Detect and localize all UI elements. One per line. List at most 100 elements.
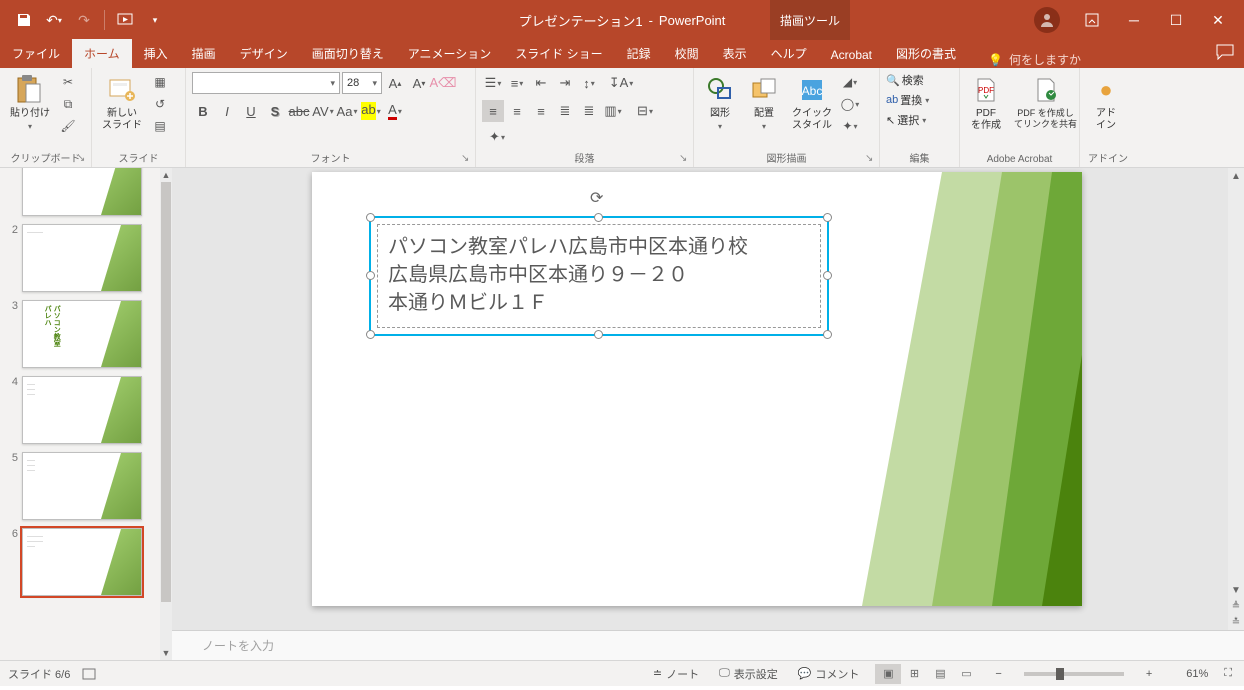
- thumbnail-item[interactable]: 5 ――――――: [0, 448, 160, 524]
- replace-button[interactable]: ab置換: [886, 92, 929, 108]
- resize-handle[interactable]: [366, 330, 375, 339]
- shadow-icon[interactable]: S: [264, 100, 286, 122]
- tab-review[interactable]: 校閲: [663, 39, 711, 68]
- textbox-content[interactable]: パソコン教室パレハ広島市中区本通り校 広島県広島市中区本通り９－２０ 本通りＭビ…: [378, 225, 820, 325]
- tab-insert[interactable]: 挿入: [132, 39, 180, 68]
- zoom-in-icon[interactable]: +: [1142, 666, 1156, 682]
- selected-textbox[interactable]: ⟳ パソコン教室パレハ広島市中区本通り校 広島県広島市中区本通り９－２０ 本通り…: [369, 216, 829, 336]
- thumbnail-item[interactable]: 6 ――――――――――: [0, 524, 160, 600]
- decrease-indent-icon[interactable]: ⇤: [530, 72, 552, 94]
- tab-transitions[interactable]: 画面切り替え: [300, 39, 396, 68]
- qat-customize-icon[interactable]: ▾: [141, 6, 169, 34]
- bullets-icon[interactable]: ☰: [482, 72, 504, 94]
- resize-handle[interactable]: [823, 213, 832, 222]
- prev-slide-icon[interactable]: ≜: [1228, 598, 1244, 614]
- ribbon-display-icon[interactable]: [1072, 6, 1112, 34]
- strikethrough-icon[interactable]: abc: [288, 100, 310, 122]
- rotate-handle-icon[interactable]: ⟳: [590, 188, 608, 206]
- columns-icon[interactable]: ▥: [602, 100, 624, 122]
- quick-styles-button[interactable]: Abc クイック スタイル: [788, 72, 836, 134]
- scroll-down-icon[interactable]: ▼: [160, 646, 172, 660]
- tell-me-search[interactable]: 💡 何をしますか: [988, 51, 1081, 68]
- highlight-icon[interactable]: ab: [360, 100, 382, 122]
- align-right-icon[interactable]: ≡: [530, 100, 552, 122]
- italic-icon[interactable]: I: [216, 100, 238, 122]
- save-icon[interactable]: [10, 6, 38, 34]
- pdf-create-button[interactable]: PDF PDF を作成: [966, 72, 1006, 134]
- font-dialog-icon[interactable]: ↘: [461, 153, 473, 165]
- spellcheck-icon[interactable]: [82, 667, 96, 681]
- align-center-icon[interactable]: ≡: [506, 100, 528, 122]
- line-spacing-icon[interactable]: ↕: [578, 72, 600, 94]
- tab-view[interactable]: 表示: [711, 39, 759, 68]
- scroll-up-icon[interactable]: ▲: [160, 168, 172, 182]
- bold-icon[interactable]: B: [192, 100, 214, 122]
- next-slide-icon[interactable]: ≛: [1228, 614, 1244, 630]
- tab-animations[interactable]: アニメーション: [396, 39, 504, 68]
- paste-button[interactable]: 貼り付け ▾: [6, 72, 54, 134]
- new-slide-button[interactable]: 新しい スライド: [98, 72, 146, 134]
- zoom-percent[interactable]: 61%: [1168, 668, 1208, 680]
- sorter-view-icon[interactable]: ⊞: [901, 664, 927, 684]
- minimize-icon[interactable]: ─: [1114, 6, 1154, 34]
- slideshow-start-icon[interactable]: [111, 6, 139, 34]
- reset-icon[interactable]: ↺: [150, 94, 170, 114]
- grow-font-icon[interactable]: A▴: [384, 72, 406, 94]
- display-settings-button[interactable]: 🖵表示設定: [715, 664, 782, 684]
- thumbnail-item[interactable]: 3 パソコン教室パレハ: [0, 296, 160, 372]
- underline-icon[interactable]: U: [240, 100, 262, 122]
- font-name-combo[interactable]: ▾: [192, 72, 340, 94]
- align-left-icon[interactable]: ≡: [482, 100, 504, 122]
- tab-acrobat[interactable]: Acrobat: [819, 42, 884, 68]
- section-icon[interactable]: ▤: [150, 116, 170, 136]
- comments-pane-icon[interactable]: [1216, 44, 1234, 60]
- scroll-up-icon[interactable]: ▲: [1228, 168, 1244, 184]
- fit-window-icon[interactable]: ⛶: [1220, 665, 1236, 682]
- resize-handle[interactable]: [366, 271, 375, 280]
- addins-button[interactable]: ● アド イン: [1086, 72, 1126, 134]
- normal-view-icon[interactable]: ▣: [875, 664, 901, 684]
- scroll-down-icon[interactable]: ▼: [1228, 582, 1244, 598]
- redo-icon[interactable]: ↷: [70, 6, 98, 34]
- layout-icon[interactable]: ▦: [150, 72, 170, 92]
- shrink-font-icon[interactable]: A▾: [408, 72, 430, 94]
- font-size-combo[interactable]: 28▾: [342, 72, 382, 94]
- shape-outline-icon[interactable]: ◯: [840, 94, 860, 114]
- close-icon[interactable]: ✕: [1198, 6, 1238, 34]
- drawing-dialog-icon[interactable]: ↘: [865, 153, 877, 165]
- smartart-convert-icon[interactable]: ✦: [486, 126, 508, 148]
- reading-view-icon[interactable]: ▤: [927, 664, 953, 684]
- clear-format-icon[interactable]: A⌫: [432, 72, 454, 94]
- tab-file[interactable]: ファイル: [0, 39, 72, 68]
- pdf-share-button[interactable]: PDF を作成し てリンクを共有: [1010, 72, 1081, 132]
- increase-indent-icon[interactable]: ⇥: [554, 72, 576, 94]
- format-painter-icon[interactable]: 🖌: [58, 116, 78, 136]
- cut-icon[interactable]: ✂: [58, 72, 78, 92]
- tab-format[interactable]: 図形の書式: [884, 39, 968, 68]
- shapes-button[interactable]: 図形▾: [700, 72, 740, 134]
- zoom-slider[interactable]: [1024, 672, 1124, 676]
- tab-design[interactable]: デザイン: [228, 39, 300, 68]
- shape-fill-icon[interactable]: ◢: [840, 72, 860, 92]
- canvas-scrollbar[interactable]: ▲ ▼ ≜ ≛: [1228, 168, 1244, 630]
- align-text-icon[interactable]: ⊟: [634, 100, 656, 122]
- justify-icon[interactable]: ≣: [554, 100, 576, 122]
- font-color-icon[interactable]: A: [384, 100, 406, 122]
- notes-button[interactable]: ≐ノート: [649, 664, 703, 684]
- char-spacing-icon[interactable]: AV: [312, 100, 334, 122]
- user-account-icon[interactable]: [1034, 7, 1060, 33]
- find-button[interactable]: 🔍検索: [886, 72, 929, 88]
- thumbnail-scrollbar[interactable]: ▲ ▼: [160, 168, 172, 660]
- arrange-button[interactable]: 配置▾: [744, 72, 784, 134]
- resize-handle[interactable]: [823, 271, 832, 280]
- undo-icon[interactable]: ↶▾: [40, 6, 68, 34]
- numbering-icon[interactable]: ≡: [506, 72, 528, 94]
- zoom-out-icon[interactable]: −: [991, 666, 1005, 682]
- maximize-icon[interactable]: ☐: [1156, 6, 1196, 34]
- tab-record[interactable]: 記録: [615, 39, 663, 68]
- slideshow-view-icon[interactable]: ▭: [953, 664, 979, 684]
- comments-button[interactable]: 💬コメント: [794, 664, 864, 684]
- tab-slideshow[interactable]: スライド ショー: [503, 39, 614, 68]
- thumbnail-item[interactable]: 2 ――――: [0, 220, 160, 296]
- text-direction-icon[interactable]: ↧A: [610, 72, 632, 94]
